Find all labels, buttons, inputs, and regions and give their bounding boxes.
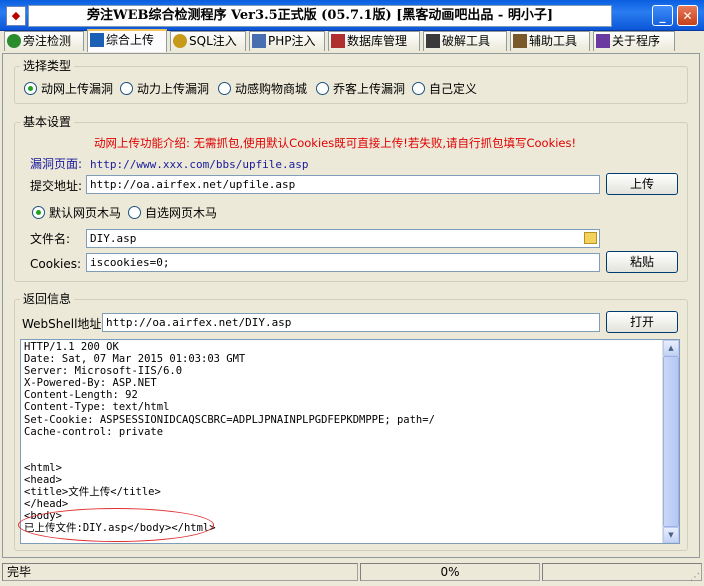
- type-group-legend: 选择类型: [20, 59, 75, 73]
- radio-dot: [412, 82, 425, 95]
- radio-label: 动力上传漏洞: [137, 82, 210, 96]
- vuln-page-url: http://www.xxx.com/bbs/upfile.asp: [90, 158, 309, 171]
- radio-label: 自己定义: [429, 82, 478, 96]
- radio-dot: [32, 206, 45, 219]
- magnifier-icon: [173, 34, 187, 48]
- upload-button[interactable]: 上传: [606, 173, 678, 195]
- tab-aux-tools[interactable]: 辅助工具: [510, 31, 590, 51]
- radio-dot: [128, 206, 141, 219]
- radio-default-trojan[interactable]: 默认网页木马: [32, 206, 121, 220]
- webshell-input[interactable]: http://oa.airfex.net/DIY.asp: [102, 313, 600, 332]
- radio-label: 默认网页木马: [49, 206, 122, 220]
- submit-address-input[interactable]: http://oa.airfex.net/upfile.asp: [86, 175, 600, 194]
- tab-label: 关于程序: [612, 34, 661, 48]
- tab-sidenote-detect[interactable]: 旁注检测: [4, 31, 84, 51]
- app-shield-icon: ◆: [6, 6, 26, 26]
- tab-strip: 旁注检测 综合上传 SQL注入 PHP注入 数据库管理 破解工具 辅助工具 关于…: [0, 29, 704, 53]
- tab-about[interactable]: 关于程序: [593, 31, 675, 51]
- radio-custom[interactable]: 自己定义: [412, 82, 477, 96]
- basic-settings-legend: 基本设置: [20, 115, 75, 129]
- tab-database-manage[interactable]: 数据库管理: [328, 31, 420, 51]
- tab-label: 数据库管理: [347, 34, 408, 48]
- radio-dongli-upload[interactable]: 动力上传漏洞: [120, 82, 209, 96]
- radio-dot: [120, 82, 133, 95]
- filename-value: DIY.asp: [90, 232, 137, 245]
- radio-custom-trojan[interactable]: 自选网页木马: [128, 206, 217, 220]
- radio-qiaoke-upload[interactable]: 乔客上传漏洞: [316, 82, 405, 96]
- radio-dot: [24, 82, 37, 95]
- chart-icon: [90, 33, 104, 47]
- open-button[interactable]: 打开: [606, 311, 678, 333]
- minimize-button[interactable]: _: [652, 5, 673, 26]
- radio-donggan-shop[interactable]: 动感购物商城: [218, 82, 307, 96]
- close-button[interactable]: ✕: [677, 5, 698, 26]
- webshell-label: WebShell地址:: [22, 317, 106, 331]
- tab-crack-tools[interactable]: 破解工具: [423, 31, 507, 51]
- radio-dot: [316, 82, 329, 95]
- tab-label: 旁注检测: [23, 34, 72, 48]
- title-bar[interactable]: ◆ 旁注WEB综合检测程序 Ver3.5正式版 (05.7.1版) [黑客动画吧…: [0, 0, 704, 31]
- status-bar: 完毕 0% ⋰: [0, 561, 704, 586]
- vuln-page-label: 漏洞页面:: [30, 157, 83, 171]
- globe-icon: [7, 34, 21, 48]
- tab-label: SQL注入: [189, 34, 237, 48]
- paste-button[interactable]: 粘贴: [606, 251, 678, 273]
- tab-label: 破解工具: [442, 34, 491, 48]
- response-text: HTTP/1.1 200 OK Date: Sat, 07 Mar 2015 0…: [24, 341, 435, 535]
- tab-sql-injection[interactable]: SQL注入: [170, 31, 246, 51]
- upload-intro-text: 动网上传功能介绍: 无需抓包,使用默认Cookies既可直接上传!若失败,请自行…: [94, 136, 577, 150]
- resize-grip-icon[interactable]: ⋰: [690, 572, 702, 584]
- page-icon: [252, 34, 266, 48]
- scroll-down-arrow-icon[interactable]: ▼: [663, 527, 679, 543]
- vertical-scrollbar[interactable]: ▲ ▼: [662, 340, 679, 543]
- database-icon: [331, 34, 345, 48]
- radio-dvbbs-upload[interactable]: 动网上传漏洞: [24, 82, 113, 96]
- result-legend: 返回信息: [20, 292, 75, 306]
- window-title: 旁注WEB综合检测程序 Ver3.5正式版 (05.7.1版) [黑客动画吧出品…: [28, 5, 612, 27]
- radio-dot: [218, 82, 231, 95]
- scroll-up-arrow-icon[interactable]: ▲: [663, 340, 679, 356]
- status-message: 完毕: [2, 563, 358, 581]
- book-icon: [596, 34, 610, 48]
- folder-icon[interactable]: [584, 232, 597, 244]
- tab-php-injection[interactable]: PHP注入: [249, 31, 325, 51]
- filename-label: 文件名:: [30, 232, 71, 246]
- tab-label: 辅助工具: [529, 34, 578, 48]
- radio-label: 动网上传漏洞: [41, 82, 114, 96]
- radio-label: 动感购物商城: [235, 82, 308, 96]
- status-progress: 0%: [360, 563, 540, 581]
- scroll-thumb[interactable]: [663, 356, 679, 527]
- filename-input[interactable]: DIY.asp: [86, 229, 600, 248]
- radio-label: 乔客上传漏洞: [333, 82, 406, 96]
- tab-label: PHP注入: [268, 34, 316, 48]
- submit-address-label: 提交地址:: [30, 179, 83, 193]
- clipboard-icon: [513, 34, 527, 48]
- tab-upload[interactable]: 综合上传: [87, 29, 167, 52]
- status-extra: [542, 563, 702, 581]
- response-textarea[interactable]: HTTP/1.1 200 OK Date: Sat, 07 Mar 2015 0…: [20, 339, 680, 544]
- cookies-input[interactable]: iscookies=0;: [86, 253, 600, 272]
- keyboard-icon: [426, 34, 440, 48]
- tab-label: 综合上传: [106, 33, 155, 47]
- cookies-label: Cookies:: [30, 257, 82, 271]
- radio-label: 自选网页木马: [145, 206, 218, 220]
